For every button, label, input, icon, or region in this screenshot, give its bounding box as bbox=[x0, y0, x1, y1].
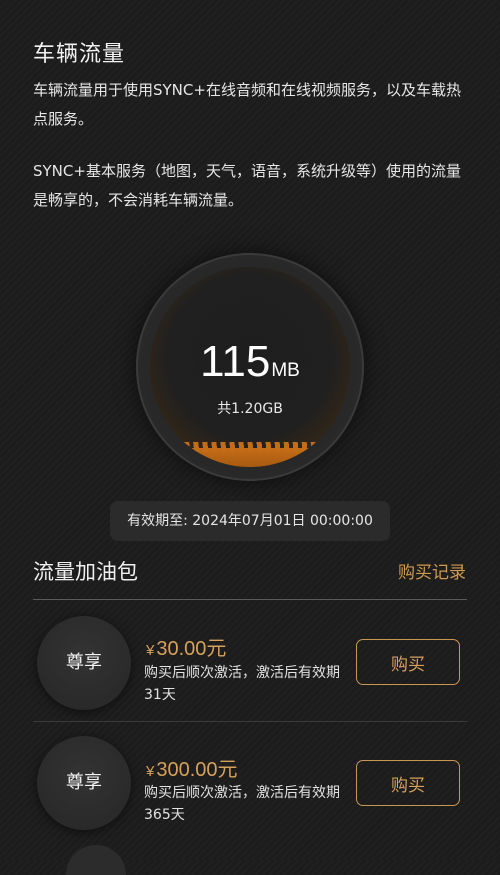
packages-section-title: 流量加油包 bbox=[33, 560, 138, 584]
package-price: ¥300.00元 bbox=[146, 753, 238, 782]
price-value: 30.00元 bbox=[156, 638, 227, 660]
currency-symbol: ¥ bbox=[146, 763, 155, 780]
package-tier-badge: 尊享 bbox=[37, 616, 131, 710]
package-description: 购买后顺次激活，激活后有效期365天 bbox=[144, 785, 340, 823]
gauge-inner-circle: 115MB 共1.20GB bbox=[150, 267, 350, 467]
buy-button[interactable]: 购买 bbox=[356, 639, 460, 685]
total-amount: 共1.20GB bbox=[217, 401, 283, 417]
data-usage-gauge: 115MB 共1.20GB bbox=[136, 253, 364, 481]
validity-badge: 有效期至: 2024年07月01日 00:00:00 bbox=[110, 501, 390, 541]
gauge-fill-level bbox=[150, 442, 350, 467]
package-price: ¥30.00元 bbox=[146, 632, 226, 661]
usage-description: 车辆流量用于使用SYNC+在线音频和在线视频服务，以及车载热点服务。 bbox=[33, 81, 461, 128]
buy-button[interactable]: 购买 bbox=[356, 760, 460, 806]
package-tier-badge: 尊享 bbox=[37, 736, 131, 830]
page-title: 车辆流量 bbox=[33, 42, 126, 67]
price-value: 300.00元 bbox=[156, 759, 238, 781]
used-unit: MB bbox=[271, 360, 300, 381]
used-value: 115 bbox=[200, 337, 271, 386]
package-card: 尊享 ¥30.00元 购买后顺次激活，激活后有效期31天 购买 bbox=[33, 602, 467, 722]
purchase-history-link[interactable]: 购买记录 bbox=[398, 558, 466, 583]
currency-symbol: ¥ bbox=[146, 642, 155, 659]
used-amount: 115MB bbox=[150, 337, 350, 387]
next-package-badge-partial bbox=[66, 845, 126, 875]
section-divider bbox=[33, 599, 467, 600]
package-description: 购买后顺次激活，激活后有效期31天 bbox=[144, 665, 340, 703]
package-card: 尊享 ¥300.00元 购买后顺次激活，激活后有效期365天 购买 bbox=[33, 722, 467, 842]
basic-service-description: SYNC+基本服务（地图，天气，语音，系统升级等）使用的流量是畅享的，不会消耗车… bbox=[33, 162, 461, 209]
